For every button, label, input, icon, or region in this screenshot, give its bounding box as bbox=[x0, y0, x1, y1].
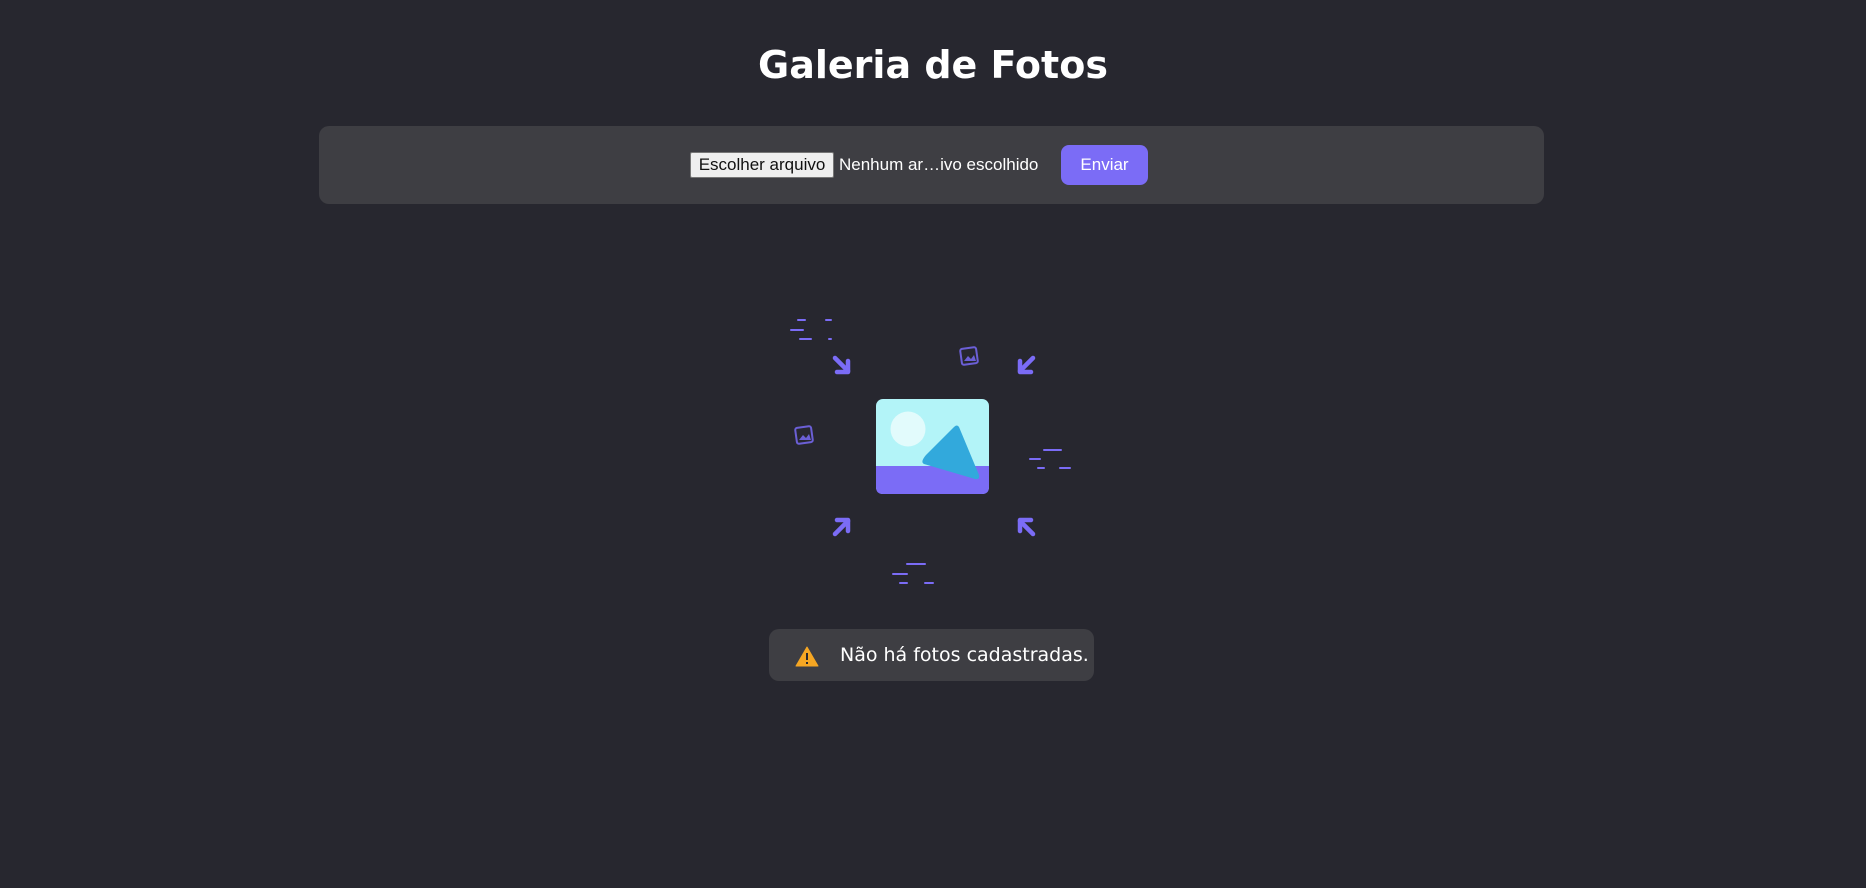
speed-lines-top-left bbox=[790, 319, 832, 340]
arrow-icon-bottom-right bbox=[1017, 517, 1036, 537]
small-image-icon-left bbox=[794, 425, 814, 445]
photo-icon bbox=[876, 399, 989, 494]
empty-state-message: Não há fotos cadastradas. bbox=[840, 644, 1089, 666]
send-button[interactable]: Enviar bbox=[1061, 145, 1148, 185]
empty-gallery-illustration bbox=[790, 319, 1071, 584]
arrow-icon-top-left bbox=[832, 355, 851, 375]
page-title: Galeria de Fotos bbox=[758, 43, 1108, 87]
speed-lines-bottom bbox=[892, 563, 934, 584]
file-status-text: Nenhum ar…ivo escolhido bbox=[839, 155, 1039, 174]
arrow-icon-bottom-left bbox=[832, 517, 851, 537]
warning-icon bbox=[795, 646, 819, 667]
small-image-icon-top bbox=[959, 346, 979, 366]
choose-file-button[interactable]: Escolher arquivo bbox=[690, 152, 834, 178]
arrow-icon-top-right bbox=[1017, 355, 1036, 375]
speed-lines-right bbox=[1029, 449, 1071, 469]
